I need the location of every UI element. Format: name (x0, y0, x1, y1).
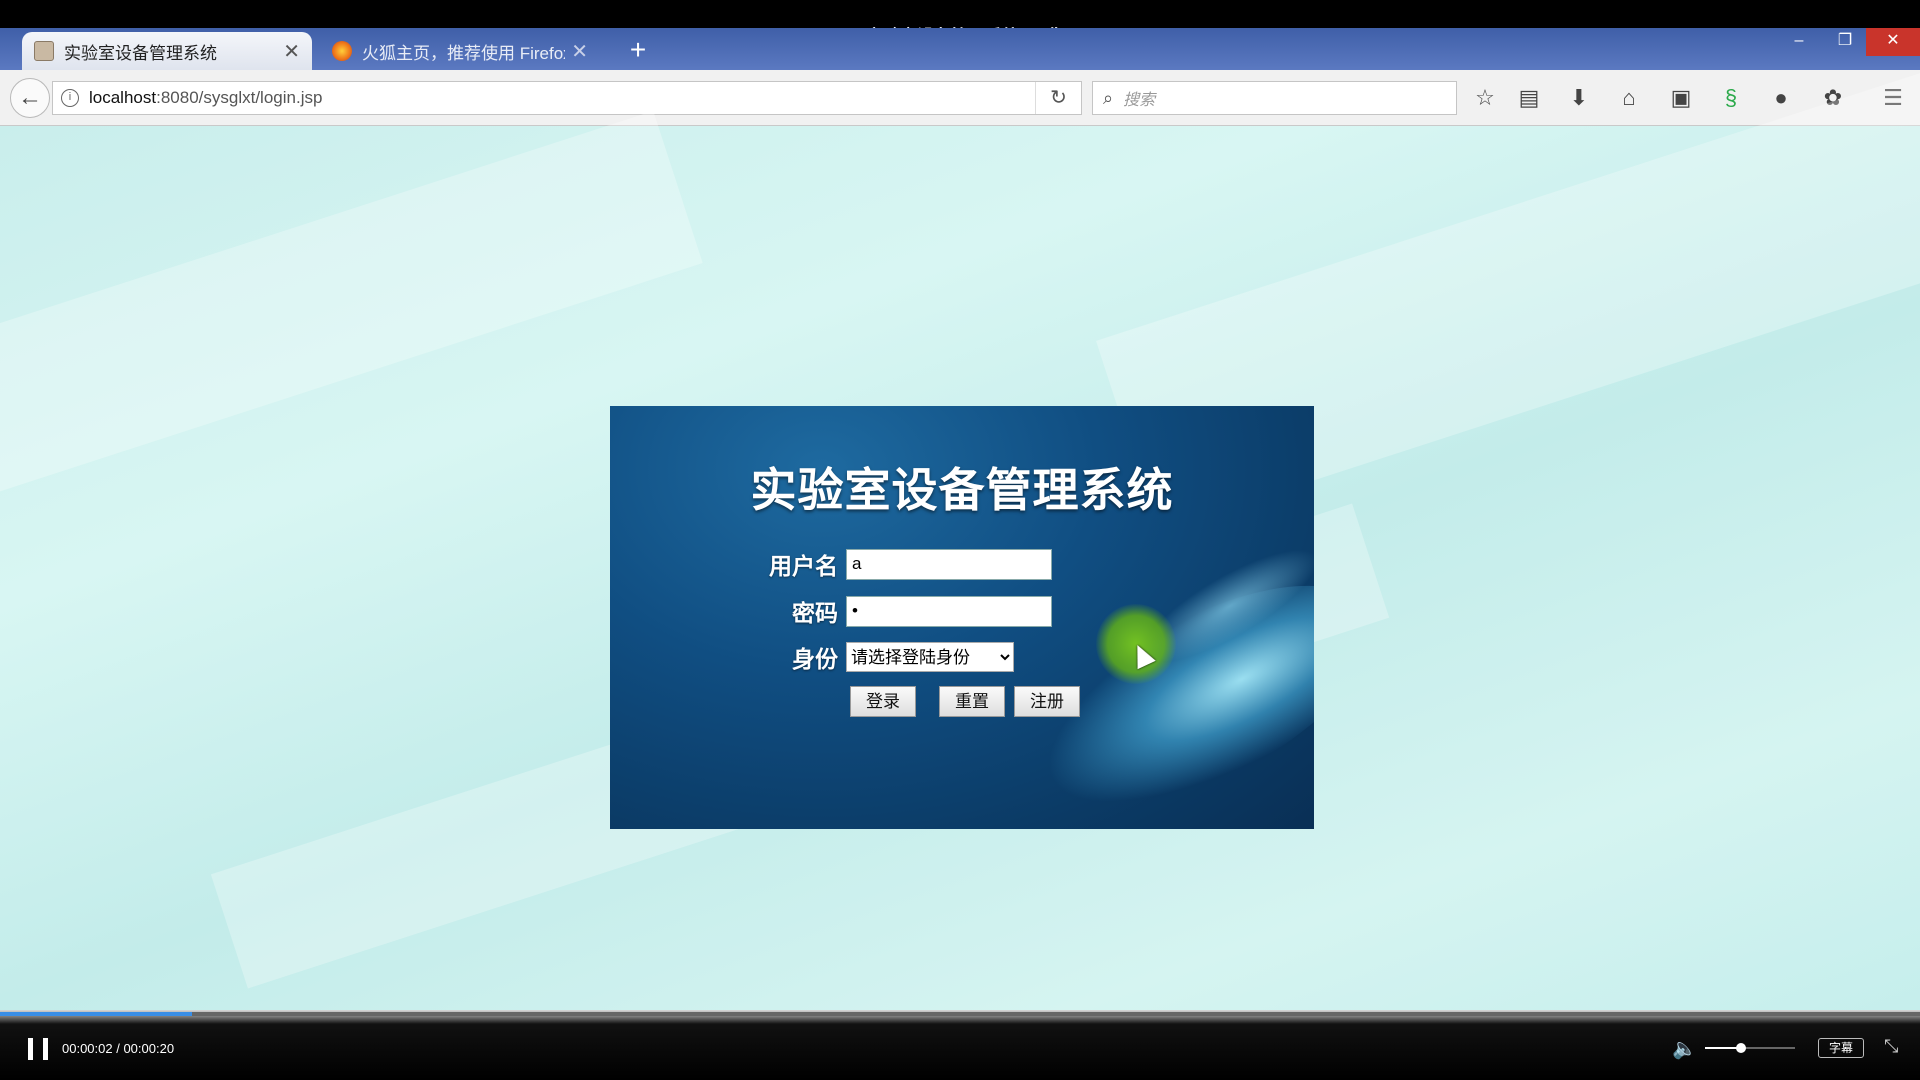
info-icon[interactable]: i (61, 89, 79, 107)
register-button[interactable]: 注册 (1014, 686, 1080, 717)
new-tab-button[interactable]: + (622, 34, 654, 66)
screenshot-icon[interactable]: ▣ (1664, 82, 1698, 114)
username-field[interactable] (846, 548, 1052, 580)
window-close-button[interactable]: ✕ (1866, 28, 1920, 56)
progress-fill (0, 1012, 192, 1016)
tab-bar: 实验室设备管理系统 ✕ 火狐主页，推荐使用 Firefox ✕ + – ❐ ✕ (0, 28, 1920, 70)
button-row: 登录 重置 注册 (850, 686, 1080, 717)
fullscreen-icon[interactable]: ⤡ (1884, 1036, 1898, 1057)
pause-icon[interactable] (28, 1038, 48, 1060)
nav-bar: ← i localhost:8080/sysglxt/login.jsp ↻ ⌕… (0, 70, 1920, 126)
tab-login-page[interactable]: 实验室设备管理系统 ✕ (22, 32, 312, 70)
player-controls (0, 1010, 1920, 1080)
role-row: 身份 请选择登陆身份 (760, 640, 1014, 674)
password-field[interactable] (846, 595, 1052, 627)
progress-bar[interactable] (0, 1012, 1920, 1016)
firefox-icon (332, 41, 352, 61)
login-button[interactable]: 登录 (850, 686, 916, 717)
username-row: 用户名 (760, 547, 1052, 581)
chat-icon[interactable]: ● (1764, 82, 1798, 114)
subtitle-button[interactable]: 字幕 (1818, 1038, 1864, 1058)
video-frame: 005jsp实验室设备管理系统--录像.wmv 实验室设备管理系统 ✕ 火狐主页… (0, 0, 1920, 1080)
page-content: 实验室设备管理系统 用户名 密码 身份 请选择登陆身份 登录 (0, 28, 1920, 1018)
username-label: 用户名 (769, 553, 838, 579)
role-label: 身份 (792, 646, 838, 672)
login-panel: 实验室设备管理系统 用户名 密码 身份 请选择登陆身份 登录 (610, 406, 1314, 829)
click-highlight (1096, 604, 1176, 684)
close-icon[interactable]: ✕ (283, 39, 300, 64)
volume-knob[interactable] (1736, 1043, 1746, 1053)
home-icon[interactable]: ⌂ (1612, 82, 1646, 114)
minimize-button[interactable]: – (1776, 28, 1822, 56)
search-icon: ⌕ (1103, 87, 1114, 108)
reload-button[interactable]: ↻ (1035, 82, 1081, 114)
restore-button[interactable]: ❐ (1822, 28, 1868, 56)
url-path: :8080/sysglxt/login.jsp (156, 88, 323, 107)
volume-slider[interactable] (1705, 1047, 1795, 1049)
search-placeholder: 搜索 (1123, 92, 1156, 109)
password-label: 密码 (792, 600, 838, 626)
extension-icon[interactable]: § (1714, 82, 1748, 114)
close-icon[interactable]: ✕ (571, 39, 588, 64)
background-streak (0, 110, 703, 542)
back-button[interactable]: ← (10, 78, 50, 118)
role-select[interactable]: 请选择登陆身份 (846, 642, 1014, 672)
reset-button[interactable]: 重置 (939, 686, 1005, 717)
page-title: 实验室设备管理系统 (750, 464, 1174, 516)
clipboard-icon[interactable]: ▤ (1512, 82, 1546, 114)
playback-time: 00:00:02 / 00:00:20 (62, 1041, 175, 1056)
url-bar[interactable]: i localhost:8080/sysglxt/login.jsp ↻ (52, 81, 1082, 115)
url-host: localhost (89, 88, 157, 107)
tab-label: 实验室设备管理系统 (64, 43, 217, 63)
password-row: 密码 (760, 594, 1052, 628)
bookmark-star-icon[interactable]: ☆ (1468, 82, 1502, 114)
browser-window: 实验室设备管理系统 ✕ 火狐主页，推荐使用 Firefox ✕ + – ❐ ✕ … (0, 28, 1920, 1018)
search-input[interactable]: ⌕ 搜索 (1092, 81, 1457, 115)
volume-icon[interactable]: 🔈 (1672, 1036, 1697, 1061)
page-icon (34, 41, 54, 61)
download-icon[interactable]: ⬇ (1562, 82, 1596, 114)
tab-firefox-home[interactable]: 火狐主页，推荐使用 Firefox ✕ (320, 32, 600, 70)
tab-label: 火狐主页，推荐使用 Firefox (362, 43, 566, 63)
